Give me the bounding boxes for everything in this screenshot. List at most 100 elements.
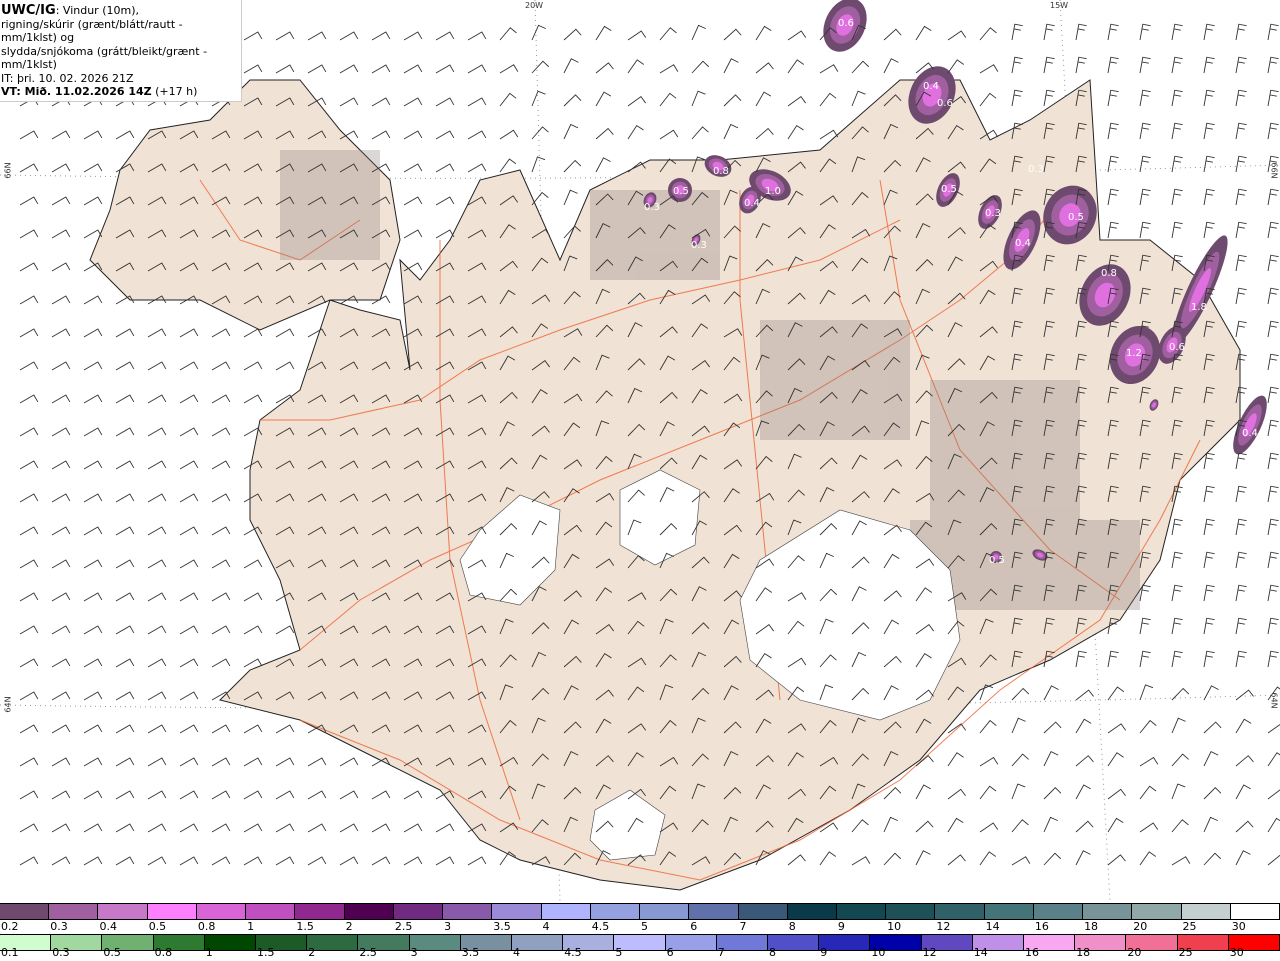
wind-barb: [1075, 56, 1087, 74]
wind-barb: [243, 361, 263, 371]
legend-swatch: [492, 904, 542, 919]
legend-swatch: [738, 904, 788, 919]
wind-barb: [1267, 221, 1279, 239]
wind-barb: [19, 691, 39, 701]
wind-barb: [1235, 518, 1247, 536]
wind-barb: [147, 559, 167, 569]
precip-value-label: 0.5: [941, 184, 957, 195]
wind-barb: [1235, 254, 1247, 272]
wind-barb: [1171, 89, 1183, 107]
wind-barb: [1139, 188, 1151, 206]
wind-barb: [115, 592, 135, 602]
grid-label-64n-right: 64N: [1269, 692, 1279, 709]
wind-barb: [147, 823, 167, 833]
wind-barb: [51, 526, 71, 536]
wind-barb: [1107, 221, 1119, 239]
wind-barb: [211, 625, 231, 635]
wind-barb: [147, 460, 167, 470]
grid-label-64n-left: 64N: [3, 696, 13, 713]
title-line3: slydda/snjókoma (grátt/bleikt/grænt - mm…: [1, 44, 208, 72]
wind-barb: [211, 526, 231, 536]
wind-barb: [371, 790, 391, 800]
legend-label: 0.8: [154, 946, 173, 959]
wind-barb: [1107, 188, 1119, 206]
wind-barb: [371, 823, 391, 833]
legend-label: 0.8: [197, 920, 216, 933]
wind-barb: [467, 856, 487, 866]
legend-label: 0.3: [50, 920, 68, 933]
wind-barb: [275, 31, 295, 41]
wind-barb: [1075, 755, 1094, 767]
wind-barb: [787, 95, 807, 107]
legend-swatch: [1083, 904, 1133, 919]
legend-label: 0.4: [99, 920, 117, 933]
wind-barb: [51, 493, 71, 503]
wind-barb: [147, 856, 167, 866]
wind-barb: [1267, 386, 1279, 404]
legend-swatch: [590, 904, 641, 919]
wind-barb: [1011, 687, 1030, 701]
legend-label: 9: [820, 946, 828, 959]
wind-barb: [19, 394, 39, 404]
wind-barb: [179, 328, 199, 338]
wind-barb: [1235, 718, 1252, 734]
wind-barb: [1267, 56, 1279, 74]
wind-barb: [755, 62, 774, 74]
wind-barb: [211, 328, 231, 338]
wind-barb: [211, 757, 231, 767]
wind-barb: [275, 328, 295, 338]
wind-barb: [1043, 751, 1059, 767]
legend-label: 9: [837, 920, 845, 933]
precip-value-label: 0.4: [744, 198, 760, 209]
wind-barb: [19, 262, 39, 272]
wind-barb: [1267, 452, 1279, 470]
wind-barb: [403, 229, 423, 239]
wind-barb: [1267, 23, 1279, 41]
wind-barb: [499, 158, 517, 173]
wind-barb: [1203, 787, 1222, 800]
legend-label: 18: [1084, 920, 1099, 933]
wind-barb: [243, 625, 263, 635]
wind-barb: [979, 719, 997, 734]
wind-barb: [83, 790, 103, 800]
wind-barb: [1075, 23, 1087, 41]
wind-barb: [1075, 820, 1094, 833]
wind-barb: [1107, 650, 1119, 668]
wind-barb: [147, 790, 167, 800]
wind-barb: [115, 460, 135, 470]
wind-barb: [115, 856, 135, 866]
wind-barb: [435, 31, 455, 41]
grid-label-66n-right: 66N: [1269, 162, 1279, 179]
wind-barb: [1075, 784, 1091, 800]
wind-barb: [19, 361, 39, 371]
precip-value-label: 0.8: [1101, 268, 1117, 279]
wind-barb: [1139, 785, 1157, 800]
wind-barb: [1171, 551, 1183, 569]
legend-label: 5: [615, 946, 623, 959]
wind-barb: [147, 493, 167, 503]
wind-barb: [563, 58, 579, 74]
precip-value-label: 1.8: [1191, 302, 1207, 313]
map-title-box: UWC/IG: Vindur (10m), rigning/skúrir (gr…: [0, 0, 242, 102]
wind-barb: [979, 756, 999, 767]
wind-barb: [1171, 856, 1191, 866]
wind-barb: [211, 394, 231, 404]
wind-barb: [243, 790, 263, 800]
legend-label: 3.5: [493, 920, 511, 933]
wind-barb: [403, 31, 423, 41]
wind-barb: [179, 691, 199, 701]
wind-barb: [563, 94, 582, 107]
wind-barb: [339, 31, 359, 41]
wind-barb: [339, 757, 359, 767]
wind-barb: [51, 328, 71, 338]
wind-barb: [1267, 551, 1279, 569]
legend-label: 2: [308, 946, 316, 959]
wind-barb: [787, 854, 806, 866]
wind-barb: [115, 757, 135, 767]
wind-barb: [723, 94, 742, 107]
legend-label: 3: [410, 946, 418, 959]
wind-barb: [787, 30, 807, 41]
wind-barb: [51, 724, 71, 734]
wind-barb: [1203, 721, 1222, 734]
wind-barb: [83, 592, 103, 602]
